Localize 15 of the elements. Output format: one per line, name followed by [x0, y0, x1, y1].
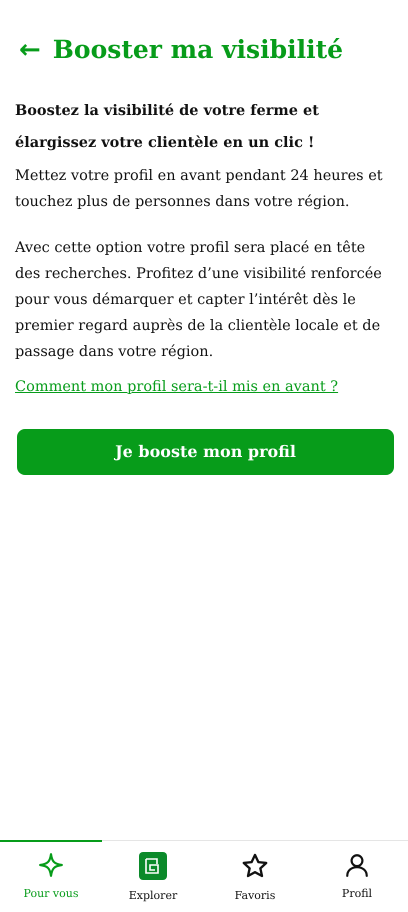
body-paragraph: Mettez votre profil en avant pendant 24 heures et touchez plus de personnes dans votre région. [15, 167, 384, 212]
info-link[interactable]: Comment mon profil sera-t-il mis en avant ? [15, 377, 393, 399]
page-title: Booster ma visibilité [52, 34, 344, 66]
nav-tab[interactable]: Explorer [102, 840, 204, 912]
nav-tab[interactable]: Profil [306, 840, 408, 912]
star-icon [241, 852, 269, 880]
intro-text: Boostez la visibilité de votre ferme et élargissez votre clientèle en un clic ! [15, 101, 320, 154]
sparkle-icon [38, 852, 64, 878]
boost-button[interactable]: Je booste mon profil [17, 429, 394, 475]
app-logo-icon [139, 852, 167, 880]
nav-tab[interactable]: Pour vous [0, 840, 102, 912]
back-button[interactable]: ← [19, 36, 41, 63]
nav-tab[interactable]: Favoris [204, 840, 306, 912]
body-paragraph: Avec cette option votre profil sera placé en tête des recherches. Profitez d’une visibilité renforcée pour vous démarquer et capter l’intérêt dès le premier regard auprès de la clientèle locale et de passage dans votre région. [15, 239, 383, 362]
person-icon [344, 852, 370, 878]
